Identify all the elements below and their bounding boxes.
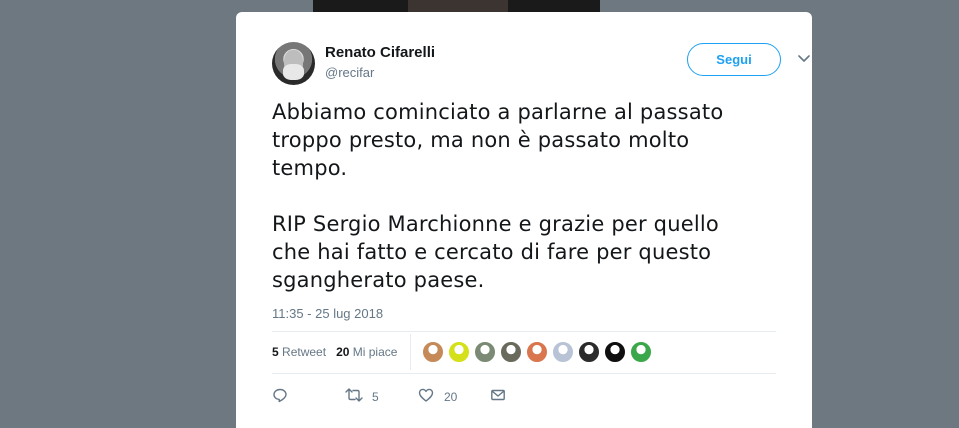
stats-separator — [410, 334, 411, 370]
liker-avatar[interactable] — [422, 341, 444, 363]
retweet-stat-count: 5 — [272, 345, 279, 359]
liker-avatar[interactable] — [630, 341, 652, 363]
retweet-stat-label: Retweet — [282, 345, 327, 359]
user-name[interactable]: Renato Cifarelli — [325, 44, 435, 61]
liker-avatar[interactable] — [604, 341, 626, 363]
liker-avatar[interactable] — [474, 341, 496, 363]
like-stat-label: Mi piace — [352, 345, 398, 359]
retweet-count: 5 — [372, 390, 379, 404]
like-count: 20 — [444, 390, 458, 404]
envelope-icon — [491, 389, 505, 401]
retweet-button[interactable]: 5 — [344, 386, 384, 406]
user-handle[interactable]: @recifar — [325, 65, 374, 80]
chevron-down-icon[interactable] — [796, 50, 812, 66]
tweet-card: Renato Cifarelli @recifar Segui Abbiamo … — [236, 12, 812, 428]
divider — [272, 373, 776, 374]
background-image-strip — [313, 0, 600, 12]
likers-avatars — [422, 341, 656, 363]
liker-avatar[interactable] — [552, 341, 574, 363]
tweet-header: Renato Cifarelli @recifar Segui — [272, 42, 810, 86]
retweet-stat[interactable]: 5 Retweet — [272, 345, 326, 359]
heart-icon — [418, 388, 434, 402]
background-image-detail — [408, 0, 508, 12]
like-button[interactable]: 20 — [418, 386, 462, 406]
tweet-timestamp[interactable]: 11:35 - 25 lug 2018 — [272, 306, 383, 321]
liker-avatar[interactable] — [448, 341, 470, 363]
liker-avatar[interactable] — [500, 341, 522, 363]
user-avatar[interactable] — [272, 42, 315, 85]
follow-button[interactable]: Segui — [687, 43, 781, 76]
liker-avatar[interactable] — [526, 341, 548, 363]
direct-message-button[interactable] — [490, 386, 510, 406]
avatar-beard — [283, 64, 304, 80]
reply-icon — [273, 388, 287, 403]
like-stat[interactable]: 20 Mi piace — [336, 345, 397, 359]
retweet-icon — [345, 388, 363, 402]
divider — [272, 331, 776, 332]
like-stat-count: 20 — [336, 345, 350, 359]
liker-avatar[interactable] — [578, 341, 600, 363]
tweet-stats: 5 Retweet 20 Mi piace — [272, 345, 397, 359]
reply-button[interactable] — [272, 386, 292, 406]
tweet-text: Abbiamo cominciato a parlarne al passato… — [272, 100, 724, 292]
